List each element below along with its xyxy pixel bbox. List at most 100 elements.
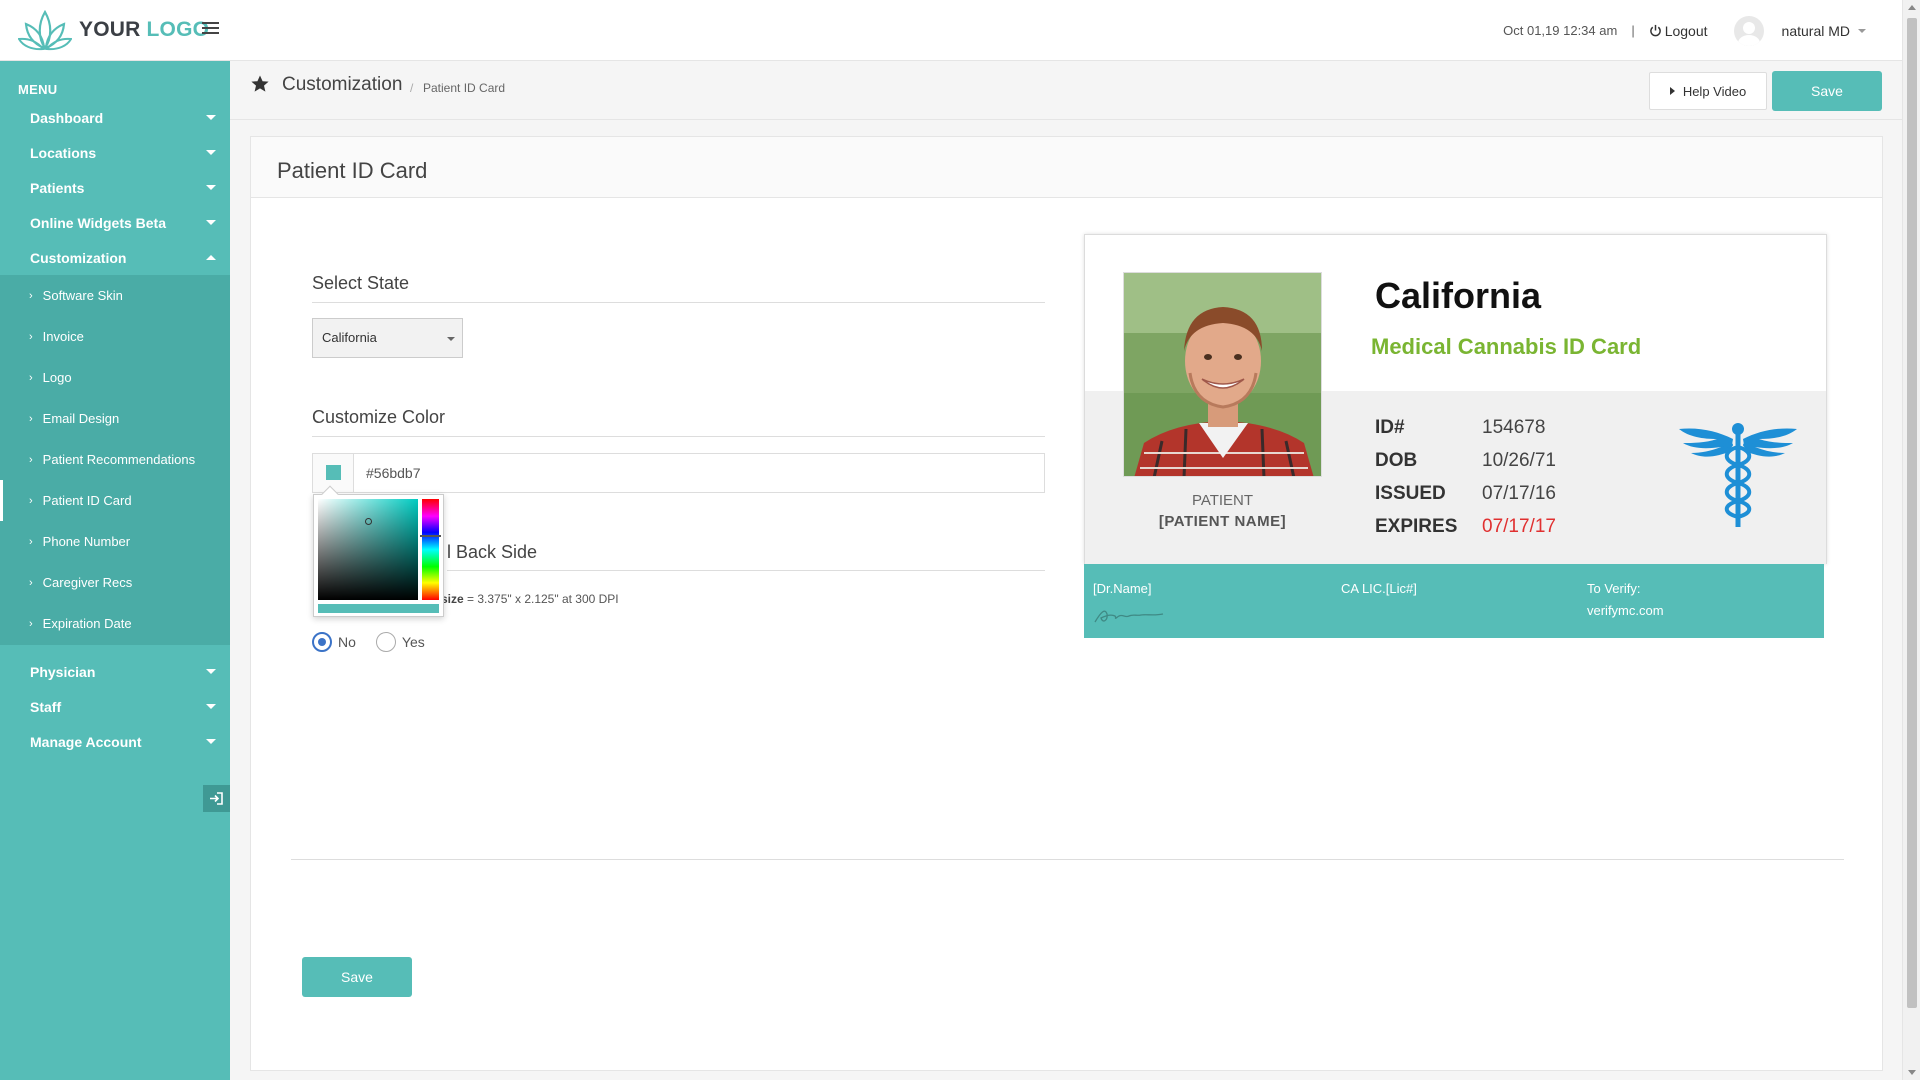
sidebar-item-physician[interactable]: Physician	[0, 654, 230, 689]
scrollbar-thumb[interactable]	[1907, 18, 1917, 1008]
submenu-item-caregiver-recs[interactable]: › Caregiver Recs	[0, 562, 230, 603]
sidebar: MENU Dashboard Locations Patients Online…	[0, 61, 230, 1080]
radio-yes[interactable]	[375, 632, 396, 652]
current-datetime: Oct 01,19 12:34 am	[1503, 23, 1618, 38]
menu-title: MENU	[18, 82, 58, 97]
sidebar-item-locations[interactable]: Locations	[0, 135, 230, 170]
submenu-item-label: Caregiver Recs	[42, 575, 133, 590]
collapse-sidebar-button[interactable]	[203, 785, 230, 812]
user-avatar[interactable]	[1733, 15, 1764, 46]
caret-down-icon	[206, 739, 216, 744]
saturation-cursor[interactable]	[365, 518, 372, 525]
state-select-value: California	[322, 330, 377, 345]
color-hex-input[interactable]: #56bdb7	[366, 465, 421, 481]
chevron-right-icon: ›	[29, 289, 33, 302]
sidebar-item-manage-account[interactable]: Manage Account	[0, 724, 230, 759]
radio-yes-label[interactable]: Yes	[402, 634, 425, 650]
chevron-right-icon: ›	[29, 412, 33, 425]
submenu-item-label: Expiration Date	[42, 616, 132, 631]
doctor-name: [Dr.Name]	[1093, 581, 1152, 596]
card-subtitle: Medical Cannabis ID Card	[1371, 334, 1642, 359]
caret-down-icon	[206, 704, 216, 709]
sidebar-item-label: Patients	[30, 179, 85, 196]
divider	[447, 570, 1045, 571]
chevron-right-icon: ›	[29, 617, 33, 630]
size-prefix: size	[441, 592, 464, 606]
submenu-item-label: Logo	[42, 370, 72, 385]
leaf-logo-icon	[18, 9, 72, 51]
sidebar-item-customization[interactable]: Customization	[0, 240, 230, 275]
license-number: CA LIC.[Lic#]	[1341, 581, 1417, 596]
field-issued-label: ISSUED	[1375, 483, 1446, 504]
sidebar-item-label: Physician	[30, 663, 96, 680]
hue-slider[interactable]	[422, 499, 439, 600]
submenu-item-expiration-date[interactable]: › Expiration Date	[0, 603, 230, 644]
page-title: Customization	[282, 74, 403, 95]
logo[interactable]: YOUR LOGO	[18, 8, 209, 52]
scroll-down-icon[interactable]	[1908, 1070, 1916, 1075]
submenu-item-software-skin[interactable]: › Software Skin	[0, 275, 230, 316]
caret-up-icon	[206, 255, 216, 260]
color-swatch	[326, 465, 341, 480]
field-id-value: 154678	[1482, 417, 1546, 438]
hue-slider-marker[interactable]	[420, 535, 441, 537]
submenu-item-label: Patient Recommendations	[42, 452, 196, 467]
sidebar-item-label: Customization	[30, 249, 127, 266]
color-picker-toggle[interactable]	[313, 454, 354, 492]
star-icon	[251, 75, 269, 92]
save-button-top[interactable]: Save	[1772, 71, 1882, 111]
submenu-item-phone-number[interactable]: › Phone Number	[0, 521, 230, 562]
caret-down-icon	[206, 669, 216, 674]
patient-name: [PATIENT NAME]	[1158, 513, 1287, 530]
divider	[312, 436, 1045, 437]
caret-down-icon	[447, 337, 455, 341]
user-menu-caret-icon[interactable]	[1858, 28, 1866, 33]
color-input-group: #56bdb7	[312, 453, 1045, 493]
caret-down-icon	[206, 220, 216, 225]
power-icon	[1649, 24, 1661, 37]
radio-no[interactable]	[312, 632, 332, 652]
field-expires-label: EXPIRES	[1375, 516, 1458, 537]
chevron-right-icon: ›	[29, 535, 33, 548]
sidebar-item-staff[interactable]: Staff	[0, 689, 230, 724]
scroll-up-icon[interactable]	[1908, 5, 1916, 10]
submenu-item-invoice[interactable]: › Invoice	[0, 316, 230, 357]
help-video-button[interactable]: Help Video	[1649, 72, 1767, 110]
id-card-footer-strip: [Dr.Name] CA LIC.[Lic#] To Verify: verif…	[1084, 564, 1824, 638]
help-video-label: Help Video	[1682, 83, 1747, 99]
submenu-item-email-design[interactable]: › Email Design	[0, 398, 230, 439]
page-scrollbar[interactable]	[1902, 0, 1920, 1080]
submenu-item-label: Patient ID Card	[42, 493, 132, 508]
logout-link[interactable]: Logout	[1649, 23, 1708, 39]
verify-label: To Verify:	[1587, 581, 1641, 596]
back-side-radio-group: No Yes	[312, 632, 445, 652]
breadcrumb-separator: /	[410, 81, 414, 95]
sidebar-item-label: Online Widgets Beta	[30, 214, 167, 231]
header-separator: |	[1631, 23, 1635, 38]
chevron-right-icon: ›	[29, 453, 33, 466]
submenu-item-patient-recommendations[interactable]: › Patient Recommendations	[0, 439, 230, 480]
caret-down-icon	[206, 115, 216, 120]
saturation-area[interactable]	[318, 499, 418, 600]
color-preview	[318, 604, 439, 613]
customization-submenu: › Software Skin › Invoice › Logo › Email Des…	[0, 275, 230, 645]
panel-title: Patient ID Card	[277, 158, 428, 183]
submenu-item-label: Invoice	[42, 329, 84, 344]
sidebar-item-online-widgets[interactable]: Online Widgets Beta	[0, 205, 230, 240]
logout-label: Logout	[1664, 22, 1708, 39]
sidebar-item-patients[interactable]: Patients	[0, 170, 230, 205]
submenu-item-patient-id-card[interactable]: › Patient ID Card	[0, 480, 230, 521]
size-value: = 3.375" x 2.125" at 300 DPI	[463, 592, 619, 606]
save-button-bottom[interactable]: Save	[302, 957, 412, 997]
submenu-item-logo[interactable]: › Logo	[0, 357, 230, 398]
field-dob-label: DOB	[1375, 450, 1418, 471]
state-select[interactable]: California	[312, 318, 463, 358]
username[interactable]: natural MD	[1782, 23, 1850, 39]
id-card-panel: Patient ID Card Select State California …	[250, 136, 1883, 1071]
radio-no-label[interactable]: No	[338, 634, 356, 650]
sign-in-icon	[210, 792, 223, 805]
logo-text: YOUR LOGO	[79, 18, 210, 41]
sidebar-item-dashboard[interactable]: Dashboard	[0, 100, 230, 135]
hamburger-menu-icon[interactable]	[202, 22, 219, 36]
breadcrumb[interactable]: Patient ID Card	[423, 81, 505, 95]
